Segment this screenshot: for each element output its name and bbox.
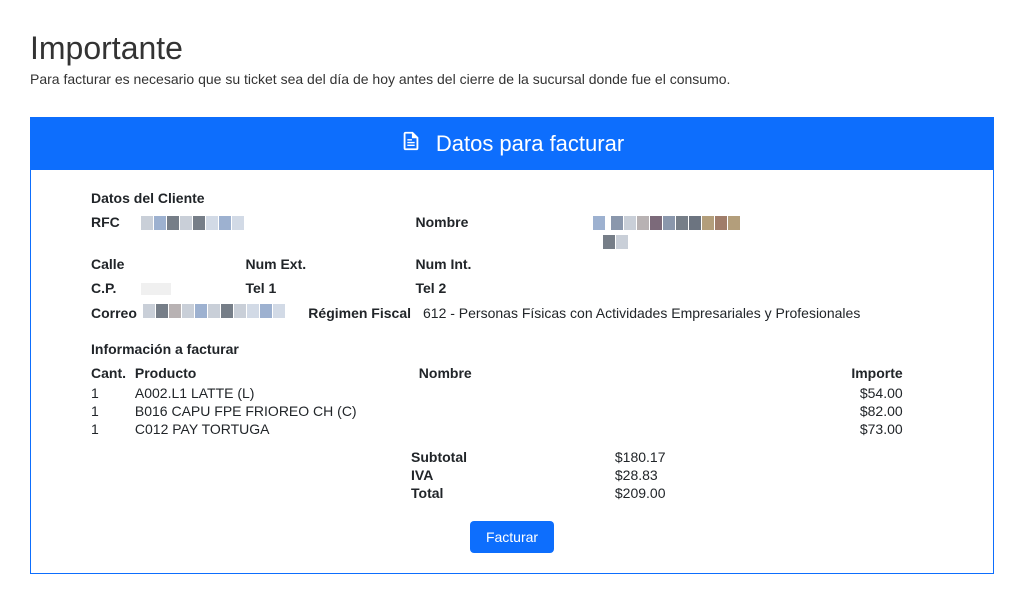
facturar-button[interactable]: Facturar <box>470 521 554 553</box>
line-cant: 1 <box>91 403 131 419</box>
page-subtitle: Para facturar es necesario que su ticket… <box>30 71 994 87</box>
cp-label: C.P. <box>91 280 116 296</box>
panel-header: Datos para facturar <box>31 118 993 170</box>
line-producto: B016 CAPU FPE FRIOREO CH (C) <box>135 403 415 419</box>
invoice-section-title: Información a facturar <box>91 341 933 357</box>
cp-redacted <box>141 282 172 296</box>
client-section-title: Datos del Cliente <box>91 190 933 206</box>
tel2-label: Tel 2 <box>415 280 446 296</box>
subtotal-value: $180.17 <box>615 449 666 465</box>
line-cant: 1 <box>91 421 131 437</box>
client-data-grid: RFC Nombre <box>91 214 933 321</box>
line-cant: 1 <box>91 385 131 401</box>
line-importe: $82.00 <box>623 403 903 419</box>
total-label: Total <box>411 485 611 501</box>
header-importe: Importe <box>623 365 903 381</box>
iva-value: $28.83 <box>615 467 658 483</box>
nombre-label: Nombre <box>415 214 468 230</box>
numext-label: Num Ext. <box>245 256 306 272</box>
header-producto: Producto <box>135 365 415 381</box>
rfc-label: RFC <box>91 214 131 230</box>
line-importe: $73.00 <box>623 421 903 437</box>
invoice-line: 1 A002.L1 LATTE (L) $54.00 <box>91 385 933 401</box>
invoice-section: Información a facturar Cant. Producto No… <box>91 341 933 553</box>
line-producto: C012 PAY TORTUGA <box>135 421 415 437</box>
correo-label: Correo <box>91 305 137 321</box>
header-nombre: Nombre <box>419 365 619 381</box>
panel-body: Datos del Cliente RFC Nombre <box>31 170 993 573</box>
page-title: Importante <box>30 30 994 67</box>
regimen-label: Régimen Fiscal <box>308 305 411 321</box>
subtotal-label: Subtotal <box>411 449 611 465</box>
totals-block: Subtotal $180.17 IVA $28.83 Total $209.0… <box>91 449 933 501</box>
button-row: Facturar <box>91 521 933 553</box>
invoice-line: 1 B016 CAPU FPE FRIOREO CH (C) $82.00 <box>91 403 933 419</box>
nombre-redacted <box>593 216 741 230</box>
invoice-line: 1 C012 PAY TORTUGA $73.00 <box>91 421 933 437</box>
panel-header-text: Datos para facturar <box>436 131 624 157</box>
line-producto: A002.L1 LATTE (L) <box>135 385 415 401</box>
numint-label: Num Int. <box>415 256 471 272</box>
total-value: $209.00 <box>615 485 666 501</box>
correo-redacted <box>143 304 286 318</box>
invoice-headers: Cant. Producto Nombre Importe <box>91 365 933 381</box>
iva-label: IVA <box>411 467 611 483</box>
invoice-panel: Datos para facturar Datos del Cliente RF… <box>30 117 994 574</box>
tel1-label: Tel 1 <box>245 280 276 296</box>
rfc-redacted <box>141 216 245 230</box>
header-cant: Cant. <box>91 365 131 381</box>
regimen-value: 612 - Personas Físicas con Actividades E… <box>423 305 860 321</box>
calle-label: Calle <box>91 256 124 272</box>
line-importe: $54.00 <box>623 385 903 401</box>
nombre-redacted-2 <box>603 235 629 249</box>
document-icon <box>400 130 422 158</box>
